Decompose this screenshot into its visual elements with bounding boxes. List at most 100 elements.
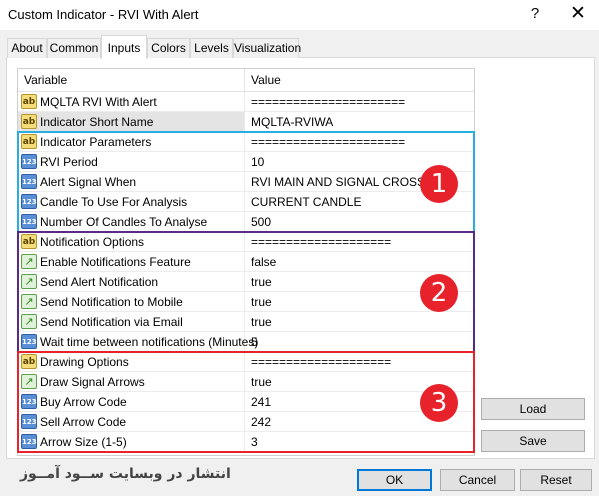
grid-row[interactable]: ↗ Enable Notifications Feature false: [18, 252, 474, 272]
close-icon[interactable]: ✕: [568, 2, 588, 25]
variable-cell: ↗ Send Notification via Email: [18, 312, 245, 332]
badge-3: 3: [420, 384, 458, 422]
grid-row[interactable]: 123 RVI Period 10: [18, 152, 474, 172]
badge-2: 2: [420, 274, 458, 312]
variable-value[interactable]: true: [251, 275, 272, 289]
ok-button[interactable]: OK: [357, 469, 432, 491]
variable-name: RVI Period: [40, 155, 98, 169]
help-icon[interactable]: ?: [527, 5, 543, 22]
variable-value[interactable]: MQLTA-RVIWA: [251, 115, 333, 129]
variable-value[interactable]: true: [251, 295, 272, 309]
grid-row[interactable]: ab MQLTA RVI With Alert ==================…: [18, 92, 474, 112]
reset-button[interactable]: Reset: [520, 469, 592, 491]
variable-cell: 123 Wait time between notifications (Minu…: [18, 332, 258, 352]
boolean-type-icon: ↗: [21, 254, 37, 269]
numeric-type-icon: 123: [21, 194, 37, 209]
variable-name: Indicator Parameters: [40, 135, 152, 149]
tab-visualization[interactable]: Visualization: [233, 38, 301, 58]
column-variable-header[interactable]: Variable: [24, 73, 67, 87]
variable-value[interactable]: ====================: [251, 235, 391, 249]
variable-cell: 123 Candle To Use For Analysis: [18, 192, 245, 212]
numeric-type-icon: 123: [21, 414, 37, 429]
numeric-type-icon: 123: [21, 434, 37, 449]
numeric-type-icon: 123: [21, 154, 37, 169]
variable-value[interactable]: ====================: [251, 355, 391, 369]
variable-cell: 123 RVI Period: [18, 152, 245, 172]
variable-name: Send Alert Notification: [40, 275, 159, 289]
text-type-icon: ab: [21, 234, 37, 249]
grid-row[interactable]: ↗ Send Notification to Mobile true: [18, 292, 474, 312]
column-separator[interactable]: [244, 69, 245, 92]
grid-row[interactable]: 123 Number Of Candles To Analyse 500: [18, 212, 474, 232]
variable-value[interactable]: false: [251, 255, 276, 269]
variable-cell: ab Indicator Short Name: [18, 112, 245, 132]
tab-colors[interactable]: Colors: [147, 38, 190, 58]
tab-common[interactable]: Common: [47, 38, 101, 58]
variable-cell: 123 Sell Arrow Code: [18, 412, 245, 432]
grid-row[interactable]: 123 Candle To Use For Analysis CURRENT CAN…: [18, 192, 474, 212]
variable-name: Wait time between notifications (Minutes…: [40, 335, 259, 349]
grid-row[interactable]: 123 Alert Signal When RVI MAIN AND SIGNAL …: [18, 172, 474, 192]
column-value-header[interactable]: Value: [251, 73, 281, 87]
variable-name: Notification Options: [40, 235, 145, 249]
grid-row[interactable]: ab Indicator Short Name MQLTA-RVIWA: [18, 112, 474, 132]
grid-row[interactable]: ab Notification Options ==================…: [18, 232, 474, 252]
numeric-type-icon: 123: [21, 334, 37, 349]
variable-cell: ab MQLTA RVI With Alert: [18, 92, 245, 112]
inputs-grid[interactable]: Variable Value ab MQLTA RVI With Alert ===…: [17, 68, 475, 456]
grid-row[interactable]: ↗ Send Alert Notification true: [18, 272, 474, 292]
grid-row[interactable]: ab Drawing Options ====================: [18, 352, 474, 372]
variable-cell: 123 Arrow Size (1-5): [18, 432, 245, 452]
title-bar: Custom Indicator - RVI With Alert ? ✕: [0, 0, 599, 30]
grid-row[interactable]: 123 Sell Arrow Code 242: [18, 412, 474, 432]
numeric-type-icon: 123: [21, 174, 37, 189]
window-title: Custom Indicator - RVI With Alert: [8, 7, 199, 22]
grid-row[interactable]: 123 Buy Arrow Code 241: [18, 392, 474, 412]
variable-name: Draw Signal Arrows: [40, 375, 145, 389]
variable-cell: ab Indicator Parameters: [18, 132, 245, 152]
numeric-type-icon: 123: [21, 214, 37, 229]
variable-name: MQLTA RVI With Alert: [40, 95, 157, 109]
grid-row[interactable]: ab Indicator Parameters ==================…: [18, 132, 474, 152]
grid-row[interactable]: ↗ Send Notification via Email true: [18, 312, 474, 332]
variable-value[interactable]: RVI MAIN AND SIGNAL CROSS: [251, 175, 425, 189]
cancel-button[interactable]: Cancel: [440, 469, 515, 491]
grid-header: Variable Value: [18, 69, 474, 92]
text-type-icon: ab: [21, 114, 37, 129]
tab-inputs[interactable]: Inputs: [101, 35, 147, 59]
variable-value[interactable]: 242: [251, 415, 271, 429]
variable-value[interactable]: true: [251, 315, 272, 329]
variable-cell: 123 Buy Arrow Code: [18, 392, 245, 412]
variable-value[interactable]: 5: [251, 335, 258, 349]
grid-row[interactable]: ↗ Draw Signal Arrows true: [18, 372, 474, 392]
variable-name: Candle To Use For Analysis: [40, 195, 188, 209]
grid-row[interactable]: 123 Wait time between notifications (Minu…: [18, 332, 474, 352]
text-type-icon: ab: [21, 134, 37, 149]
variable-cell: ab Drawing Options: [18, 352, 245, 372]
variable-name: Arrow Size (1-5): [40, 435, 127, 449]
variable-value[interactable]: 241: [251, 395, 271, 409]
variable-value[interactable]: ======================: [251, 95, 405, 109]
variable-value[interactable]: ======================: [251, 135, 405, 149]
variable-name: Send Notification to Mobile: [40, 295, 183, 309]
variable-value[interactable]: 500: [251, 215, 271, 229]
load-button[interactable]: Load: [481, 398, 585, 420]
grid-row[interactable]: 123 Arrow Size (1-5) 3: [18, 432, 474, 452]
variable-name: Enable Notifications Feature: [40, 255, 191, 269]
variable-value[interactable]: CURRENT CANDLE: [251, 195, 361, 209]
variable-cell: ↗ Send Notification to Mobile: [18, 292, 245, 312]
variable-name: Send Notification via Email: [40, 315, 183, 329]
variable-value[interactable]: 10: [251, 155, 264, 169]
tab-levels[interactable]: Levels: [190, 38, 233, 58]
text-type-icon: ab: [21, 354, 37, 369]
variable-cell: 123 Alert Signal When: [18, 172, 245, 192]
variable-value[interactable]: 3: [251, 435, 258, 449]
save-button[interactable]: Save: [481, 430, 585, 452]
tab-about[interactable]: About: [7, 38, 47, 58]
variable-name: Drawing Options: [40, 355, 129, 369]
variable-value[interactable]: true: [251, 375, 272, 389]
watermark-text: انتشار در وبسایت ســود آمــوز: [20, 466, 231, 482]
badge-1: 1: [420, 165, 458, 203]
variable-cell: ab Notification Options: [18, 232, 245, 252]
boolean-type-icon: ↗: [21, 294, 37, 309]
